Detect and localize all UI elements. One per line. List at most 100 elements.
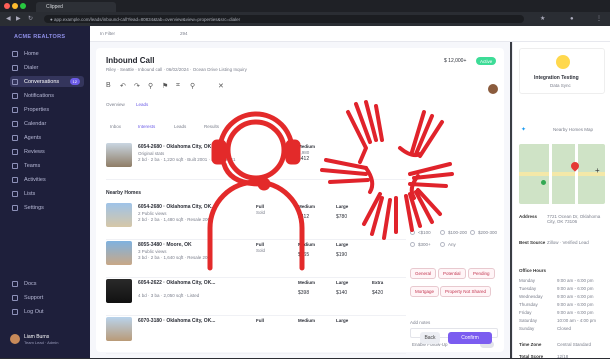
sidebar-item-activities[interactable]: Activities: [10, 174, 84, 185]
filter-label[interactable]: In Filter: [100, 31, 115, 36]
tab-title: Clipped: [46, 4, 63, 10]
price-radio[interactable]: [410, 230, 415, 235]
unread-badge: 12: [69, 78, 80, 85]
integration-card[interactable]: Integration Testing Data Sync: [519, 48, 605, 94]
app-window: Clipped ◀ ▶ ↻ ● app.example.com/leads/in…: [0, 0, 610, 359]
sidebar-item-label: Teams: [24, 162, 41, 169]
sidebar-item-dialer[interactable]: Dialer: [10, 62, 84, 73]
close-icon[interactable]: ✕: [218, 82, 224, 90]
hours-time: 9:00 am - 6:00 pm: [557, 310, 594, 315]
undo-icon[interactable]: ↶: [120, 82, 126, 90]
property-address: 6054-2680 · Oklahoma City, OK...: [138, 144, 216, 150]
back-icon[interactable]: ◀: [6, 16, 11, 22]
profile-icon[interactable]: ●: [570, 16, 574, 22]
sidebar-item-notifications[interactable]: Notifications: [10, 90, 84, 101]
col3-label: Large: [336, 318, 349, 323]
logout-icon: [12, 308, 18, 315]
tab-overview[interactable]: Overview: [106, 102, 125, 107]
price-radio-label: Any: [448, 242, 456, 247]
integration-title: Integration Testing: [534, 75, 579, 81]
menu-icon[interactable]: ⋮: [596, 16, 602, 22]
home-icon: [12, 50, 18, 57]
col1-value: Sold: [256, 248, 266, 253]
docs-icon: [12, 280, 18, 287]
twitter-icon: ✦: [521, 127, 527, 133]
filter-count: 294: [180, 31, 188, 36]
sidebar-item-docs[interactable]: Docs: [10, 278, 84, 289]
caller-avatar: [488, 84, 498, 94]
filter-icon[interactable]: ⚲: [148, 82, 153, 90]
sidebar-item-log-out[interactable]: Log Out: [10, 306, 84, 317]
extension-icon[interactable]: ★: [540, 16, 545, 22]
home-photo: [106, 203, 132, 227]
price-radio[interactable]: [410, 242, 415, 247]
timezone-value: Central Standard: [557, 342, 592, 347]
map[interactable]: +: [519, 144, 605, 204]
col2-label: Medium: [298, 318, 316, 323]
tag-icon[interactable]: ⌗: [176, 82, 180, 90]
address-label: Address: [519, 214, 538, 219]
price-radio[interactable]: [440, 230, 445, 235]
hours-day: Sunday: [519, 326, 535, 331]
home-detail: 3 bd · 2 ba · 1,640 sqft · Resale 2005: [138, 255, 213, 260]
sidebar-item-conversations[interactable]: Conversations 12: [10, 76, 84, 87]
redo-icon[interactable]: ↷: [134, 82, 140, 90]
confirm-button[interactable]: Confirm: [448, 332, 492, 344]
bold-icon[interactable]: B: [106, 82, 111, 89]
map-label: Nearby Homes Map: [553, 127, 594, 132]
home-photo: [106, 279, 132, 303]
main-content: Inbound Call Riley · Seattle · Inbound c…: [90, 42, 510, 358]
sidebar-item-label: Properties: [24, 106, 50, 113]
tag-chip[interactable]: Property Not Shared: [440, 286, 492, 297]
maximize-window-button[interactable]: [20, 3, 26, 9]
details-panel: Integration Testing Data Sync ✦ Nearby H…: [512, 42, 610, 359]
help-icon: [12, 294, 18, 301]
nearby-home-row[interactable]: 8055-3480 · Moore, OK 3 Public views 3 bd …: [106, 238, 406, 278]
col3-value: $780: [336, 214, 348, 220]
price-radio-label: $300+: [418, 242, 431, 247]
breadcrumb-item[interactable]: Leads: [174, 124, 186, 129]
sidebar-item-home[interactable]: Home: [10, 48, 84, 59]
address-bar[interactable]: ● app.example.com/leads/inbound-call?lea…: [44, 15, 524, 23]
browser-tab[interactable]: Clipped: [36, 2, 116, 12]
home-status: 3 Public views: [138, 249, 167, 254]
sidebar-item-calendar[interactable]: Calendar: [10, 118, 84, 129]
tag-chip[interactable]: Potential: [438, 268, 466, 279]
user-profile[interactable]: Liam Burns Team Lead · Admin: [10, 332, 84, 348]
sidebar-item-reviews[interactable]: Reviews: [10, 146, 84, 157]
tag-chip[interactable]: General: [410, 268, 437, 279]
price-radio[interactable]: [440, 242, 445, 247]
sidebar-item-agents[interactable]: Agents: [10, 132, 84, 143]
breadcrumb-item[interactable]: Inbox: [110, 124, 121, 129]
home-address: 6054-2680 · Oklahoma City, OK...: [138, 204, 216, 210]
col1-value: Sold: [256, 210, 266, 215]
tag-chip[interactable]: Mortgage: [410, 286, 440, 297]
flag-icon[interactable]: ⚑: [162, 82, 168, 90]
nearby-home-row[interactable]: 6070-3180 · Oklahoma City, OK... Full Medi…: [106, 314, 406, 354]
back-button[interactable]: Back: [420, 332, 440, 344]
breadcrumb-item[interactable]: Interests: [138, 124, 155, 129]
col2-label: Medium: [298, 204, 316, 209]
price-radio[interactable]: [470, 230, 475, 235]
breadcrumb-item[interactable]: Results: [204, 124, 219, 129]
col3-value: $190: [336, 252, 348, 258]
pin-icon[interactable]: ⚲: [190, 82, 195, 90]
hours-day: Saturday: [519, 318, 538, 323]
sidebar-item-teams[interactable]: Teams: [10, 160, 84, 171]
forward-icon[interactable]: ▶: [16, 16, 21, 22]
sidebar-item-settings[interactable]: Settings: [10, 202, 84, 213]
sidebar-item-properties[interactable]: Properties: [10, 104, 84, 115]
tab-leads[interactable]: Leads: [136, 102, 148, 107]
hours-day: Wednesday: [519, 294, 543, 299]
nearby-home-row[interactable]: 6054-2622 · Oklahoma City, OK... 4 bd · 3…: [106, 276, 406, 316]
close-window-button[interactable]: [4, 3, 10, 9]
sidebar-item-support[interactable]: Support: [10, 292, 84, 303]
selected-property[interactable]: 6054-2680 · Oklahoma City, OK... Origina…: [106, 140, 406, 180]
sidebar-item-lists[interactable]: Lists: [10, 188, 84, 199]
col2-label: Medium: [298, 242, 316, 247]
reload-icon[interactable]: ↻: [28, 16, 33, 22]
nearby-home-row[interactable]: 6054-2680 · Oklahoma City, OK... 2 Public…: [106, 200, 406, 240]
minimize-window-button[interactable]: [12, 3, 18, 9]
zoom-in-icon[interactable]: +: [595, 166, 600, 175]
tag-chip[interactable]: Pending: [468, 268, 495, 279]
